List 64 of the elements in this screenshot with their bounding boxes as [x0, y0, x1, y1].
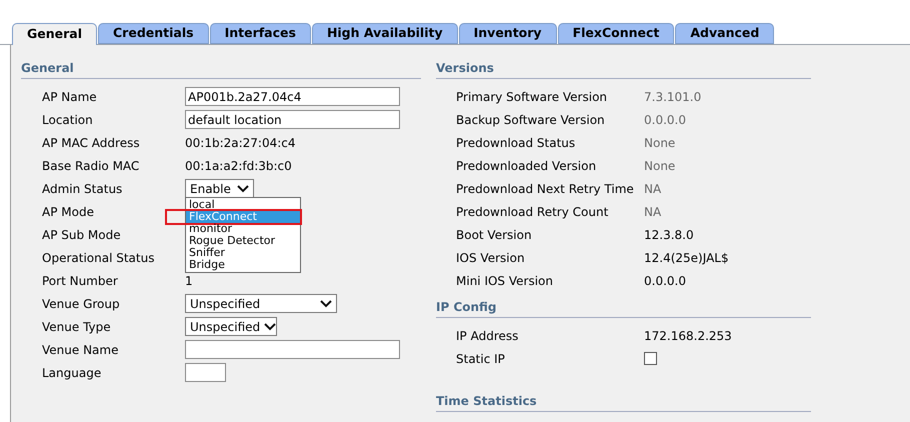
field-label: IP Address [455, 328, 520, 344]
tab[interactable]: FlexConnect [558, 23, 674, 44]
text-field[interactable] [185, 340, 400, 359]
field-value: 172.168.2.253 [644, 328, 732, 344]
text-field[interactable]: default location [185, 110, 400, 129]
chevron-down-icon [320, 300, 332, 308]
dropdown-option[interactable]: Sniffer [186, 247, 300, 259]
field-label: Mini IOS Version [455, 272, 554, 290]
field-label: Predownloaded Version [455, 158, 598, 174]
text-field[interactable]: AP001b.2a27.04c4 [185, 87, 400, 106]
field-value: 7.3.101.0 [644, 88, 702, 106]
section-heading: General [21, 62, 74, 74]
dropdown-option[interactable]: Rogue Detector [186, 235, 300, 247]
field-label: Venue Name [41, 342, 120, 358]
field-label: AP Mode [41, 204, 95, 220]
tab[interactable]: General [12, 23, 97, 45]
field-value: 00:1a:a2:fd:3b:c0 [185, 158, 292, 174]
tab[interactable]: Interfaces [210, 23, 311, 44]
field-value: NA [644, 180, 662, 198]
field-label: Base Radio MAC [41, 158, 140, 174]
field-label: Primary Software Version [455, 88, 608, 106]
field-label: Operational Status [41, 250, 156, 266]
checkbox[interactable] [644, 352, 657, 365]
field-value: NA [644, 204, 662, 220]
section-heading: Versions [436, 62, 494, 74]
field-label: Predownload Retry Count [455, 204, 610, 220]
field-value: 12.3.8.0 [644, 226, 694, 244]
chevron-down-icon [264, 322, 276, 330]
field-label: Location [41, 112, 94, 128]
field-label: AP MAC Address [41, 134, 141, 152]
field-value: None [644, 134, 676, 152]
field-label: AP Name [41, 88, 98, 106]
select-dropdown[interactable]: Enable [185, 179, 254, 198]
field-label: Venue Group [41, 296, 121, 312]
field-label: Predownload Status [455, 134, 576, 152]
select-dropdown[interactable]: Unspecified [185, 294, 337, 313]
dropdown-option[interactable]: Bridge [186, 259, 300, 271]
field-value: 0.0.0.0 [644, 272, 686, 290]
field-label: Predownload Next Retry Time [455, 180, 635, 198]
field-value: 0.0.0.0 [644, 112, 686, 128]
field-label: Static IP [455, 350, 506, 368]
field-label: Language [41, 364, 102, 382]
field-value: 12.4(25e)JAL$ [644, 250, 729, 266]
tab[interactable]: High Availability [312, 23, 458, 44]
tab[interactable]: Advanced [675, 23, 774, 44]
tab[interactable]: Inventory [458, 23, 557, 44]
field-label: Admin Status [41, 180, 124, 198]
field-value: None [644, 158, 676, 174]
section-heading: Time Statistics [436, 395, 537, 407]
chevron-down-icon [237, 184, 249, 192]
field-label: AP Sub Mode [41, 226, 122, 244]
dropdown-option[interactable]: monitor [186, 223, 300, 235]
field-value: 00:1b:2a:27:04:c4 [185, 134, 296, 152]
section-heading: IP Config [436, 301, 497, 313]
tab[interactable]: Credentials [98, 23, 209, 44]
field-value: 1 [185, 272, 193, 290]
dropdown-option[interactable]: local [186, 199, 300, 211]
field-label: Venue Type [41, 318, 112, 336]
select-dropdown[interactable]: Unspecified [185, 317, 277, 336]
field-label: Port Number [41, 272, 119, 290]
field-label: Boot Version [455, 226, 533, 244]
field-label: Backup Software Version [455, 112, 606, 128]
field-label: IOS Version [455, 250, 526, 266]
text-field[interactable] [185, 363, 226, 382]
